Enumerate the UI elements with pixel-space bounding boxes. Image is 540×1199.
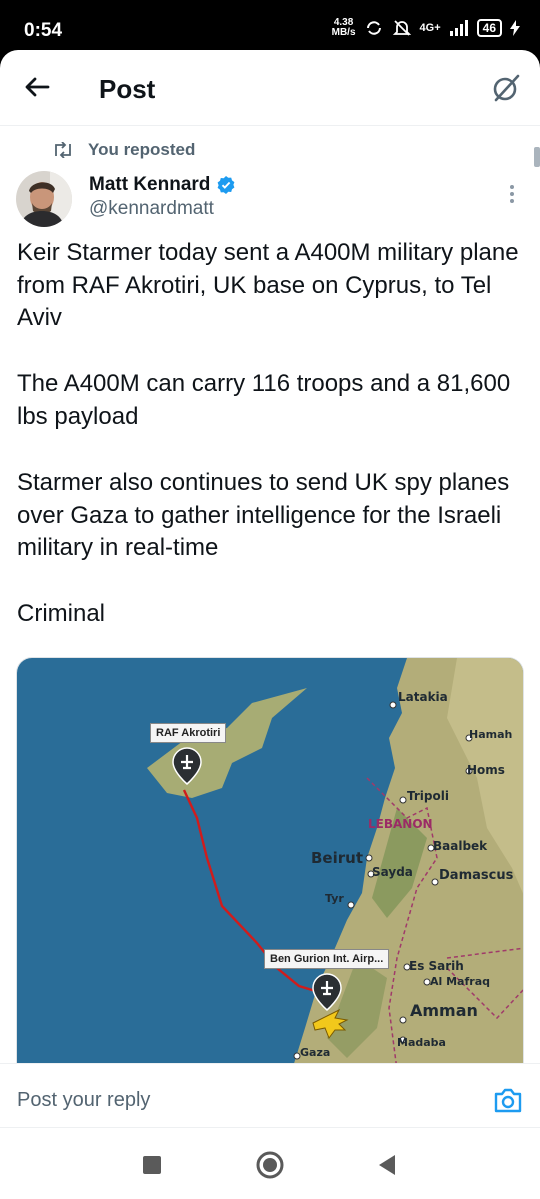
page-title: Post [99,74,156,104]
square-icon[interactable] [137,1150,167,1180]
place-homs: Homs [467,763,505,777]
author-handle[interactable]: @kennardmatt [89,198,214,220]
sync-icon [366,21,381,35]
triangle-back-icon[interactable] [373,1150,403,1180]
reply-input[interactable]: Post your reply [17,1089,150,1112]
charging-icon [510,20,520,36]
network-speed-unit: MB/s [331,27,356,38]
author-name-row[interactable]: Matt Kennard [89,174,236,196]
camera-icon[interactable] [493,1086,523,1114]
status-time: 0:54 [24,20,63,41]
signal-icon [449,20,468,36]
author-avatar[interactable] [16,171,72,227]
mute-bell-icon [392,20,411,36]
avatar-image [16,171,72,227]
place-madaba: Madaba [397,1036,446,1049]
place-lebanon: LEBANON [368,817,433,831]
place-baalbek: Baalbek [433,839,488,853]
repost-icon [55,142,71,158]
place-damascus: Damascus [439,868,514,883]
verified-badge-icon [218,176,235,194]
place-tripoli: Tripoli [407,789,449,803]
place-amman: Amman [410,1001,478,1020]
network-type: 4G+ [419,22,441,34]
place-es-sarih: Es Sarih [409,959,464,973]
place-tyr: Tyr [325,892,344,905]
destination-callout: Ben Gurion Int. Airp... [264,949,390,969]
place-gaza: Gaza [300,1046,331,1059]
flight-map-image[interactable]: RAF Akrotiri Ben Gurion Int. Airp... Lat… [16,657,524,1069]
place-beirut: Beirut [311,849,363,867]
origin-callout: RAF Akrotiri [150,723,227,743]
app-screen: Post You reposted Matt Kennard @kennardm… [0,50,540,1199]
status-icons: 4.38 MB/s 4G+ 46 [332,18,520,38]
battery-indicator: 46 [476,19,502,37]
back-arrow-icon[interactable] [22,72,52,102]
post-paragraph-4: Criminal [17,600,106,627]
repost-label: You reposted [88,140,196,159]
top-bar: Post [0,50,540,126]
post-paragraph-3: Starmer also continues to send UK spy pl… [17,469,510,561]
author-name[interactable]: Matt Kennard [89,174,210,196]
reply-bar: Post your reply [0,1063,540,1127]
system-nav-bar [0,1127,540,1199]
place-hamah: Hamah [469,728,513,741]
post-paragraph-1: Keir Starmer today sent a A400M military… [17,239,519,331]
place-sayda: Sayda [372,865,413,879]
post-paragraph-2: The A400M can carry 116 troops and a 81,… [17,370,511,430]
circle-icon[interactable] [255,1150,285,1180]
repost-indicator: You reposted [52,140,195,160]
network-speed: 4.38 MB/s [332,18,356,38]
status-bar: 0:54 4.38 MB/s 4G+ 46 [0,0,540,50]
more-options-icon[interactable] [506,183,518,205]
scrollbar[interactable] [534,147,540,167]
place-latakia: Latakia [398,690,448,704]
place-al-mafraq: Al Mafraq [430,975,490,988]
grok-icon[interactable] [490,72,522,104]
